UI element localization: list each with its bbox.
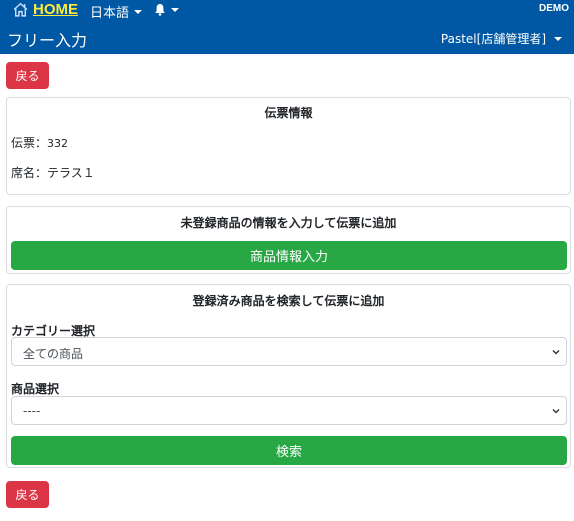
user-label: Pastel[店舗管理者] (440, 32, 546, 46)
page-title: フリー入力 (7, 31, 88, 50)
chevron-down-icon (552, 408, 560, 414)
back-button-bottom[interactable]: 戻る (6, 481, 49, 508)
chevron-down-icon (552, 349, 560, 355)
home-icon (13, 2, 28, 17)
seat-name-label: 席名： (11, 166, 48, 180)
user-menu[interactable]: Pastel[店舗管理者] (441, 30, 562, 47)
chevron-down-icon (554, 36, 562, 41)
product-info-input-button[interactable]: 商品情報入力 (11, 241, 567, 270)
product-select-label: 商品選択 (11, 382, 60, 396)
slip-number-label: 伝票： (11, 136, 48, 150)
seat-name: 席名：テラス１ (11, 164, 95, 181)
seat-name-value: テラス１ (47, 166, 95, 180)
category-select-value: 全ての商品 (23, 347, 84, 361)
bell-icon (155, 4, 165, 16)
top-navbar: HOME 日本語 DEMO フリー入力 Pastel[店舗管理者] (0, 0, 574, 54)
back-button-top[interactable]: 戻る (6, 62, 49, 89)
registered-product-search-card: 登録済み商品を検索して伝票に追加 カテゴリー選択 全ての商品 商品選択 ----… (6, 284, 571, 468)
card-title: 未登録商品の情報を入力して伝票に追加 (180, 216, 397, 230)
category-select[interactable]: 全ての商品 (11, 337, 567, 366)
environment-badge: DEMO (539, 3, 569, 14)
search-button[interactable]: 検索 (11, 436, 567, 465)
notifications-dropdown[interactable] (154, 3, 179, 16)
slip-number: 伝票：332 (11, 134, 68, 151)
card-title: 登録済み商品を検索して伝票に追加 (192, 294, 385, 308)
card-title: 伝票情報 (264, 106, 313, 120)
slip-number-value: 332 (47, 137, 69, 150)
home-label: HOME (33, 1, 78, 18)
chevron-down-icon (171, 7, 179, 12)
unregistered-product-card: 未登録商品の情報を入力して伝票に追加 商品情報入力 (6, 206, 571, 274)
product-select[interactable]: ---- (11, 396, 567, 425)
product-select-value: ---- (23, 404, 41, 418)
slip-info-card: 伝票情報 伝票：332 席名：テラス１ (6, 97, 571, 195)
chevron-down-icon (134, 9, 143, 14)
language-label: 日本語 (90, 6, 130, 21)
language-dropdown[interactable]: 日本語 (90, 2, 143, 21)
home-link[interactable]: HOME (12, 1, 78, 18)
